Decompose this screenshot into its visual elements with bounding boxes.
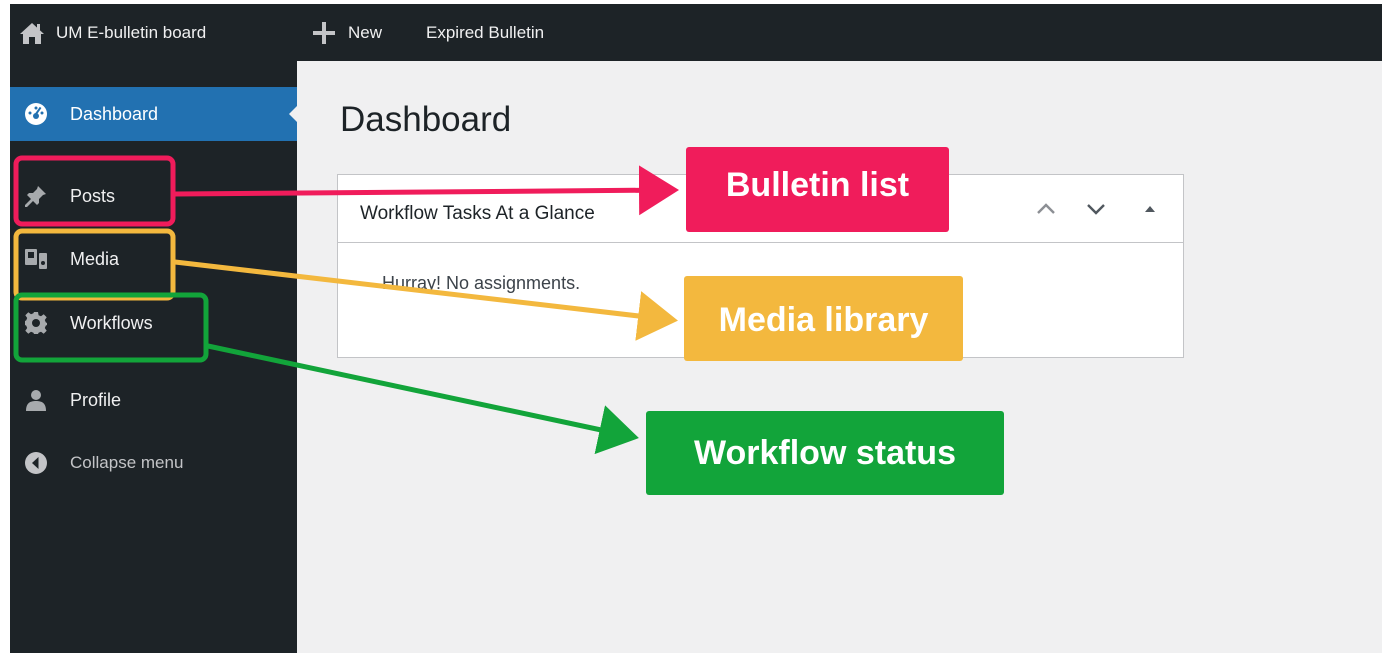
pin-icon [24,184,48,208]
gear-icon [24,311,48,335]
widget-empty-message: Hurray! No assignments. [382,273,581,293]
sidebar-item-media[interactable]: Media [10,232,297,286]
sidebar-item-label: Dashboard [70,103,159,124]
sidebar-item-posts[interactable]: Posts [10,169,297,223]
admin-sidebar: Dashboard Posts Media Workflows Profile [10,61,298,653]
admin-bar: UM E-bulletin board New Expired Bulletin [10,4,1382,61]
collapse-menu-button[interactable]: Collapse menu [10,436,297,490]
media-library-callout: Media library [684,276,963,361]
expired-label: Expired Bulletin [426,22,545,42]
sidebar-item-label: Media [70,248,120,269]
new-content-link[interactable]: New [310,4,382,61]
sidebar-item-label: Posts [70,185,116,206]
caret-up-icon [1145,206,1155,212]
move-down-button[interactable] [1082,195,1110,223]
move-up-button[interactable] [1032,195,1060,223]
user-icon [24,388,48,412]
sidebar-item-label: Collapse menu [70,453,184,472]
workflow-status-callout: Workflow status [646,411,1004,495]
page-title: Dashboard [340,100,512,139]
expired-bulletin-link[interactable]: Expired Bulletin [426,4,544,61]
toggle-panel-button[interactable] [1136,195,1164,223]
widget-title: Workflow Tasks At a Glance [360,203,595,224]
bulletin-list-callout: Bulletin list [686,147,949,232]
sidebar-item-workflows[interactable]: Workflows [10,296,297,350]
sidebar-item-dashboard[interactable]: Dashboard [10,87,298,141]
chevron-down-icon [1087,204,1105,215]
new-label: New [348,22,383,42]
sidebar-item-label: Profile [70,389,122,410]
chevron-up-icon [1037,203,1055,214]
home-icon [18,19,46,47]
sidebar-item-label: Workflows [70,312,153,333]
plus-icon [310,19,338,47]
site-home-link[interactable]: UM E-bulletin board [18,4,206,61]
collapse-icon [24,451,48,475]
sidebar-item-profile[interactable]: Profile [10,373,297,427]
site-name: UM E-bulletin board [56,22,207,42]
media-icon [24,247,48,271]
dashboard-icon [24,102,48,126]
